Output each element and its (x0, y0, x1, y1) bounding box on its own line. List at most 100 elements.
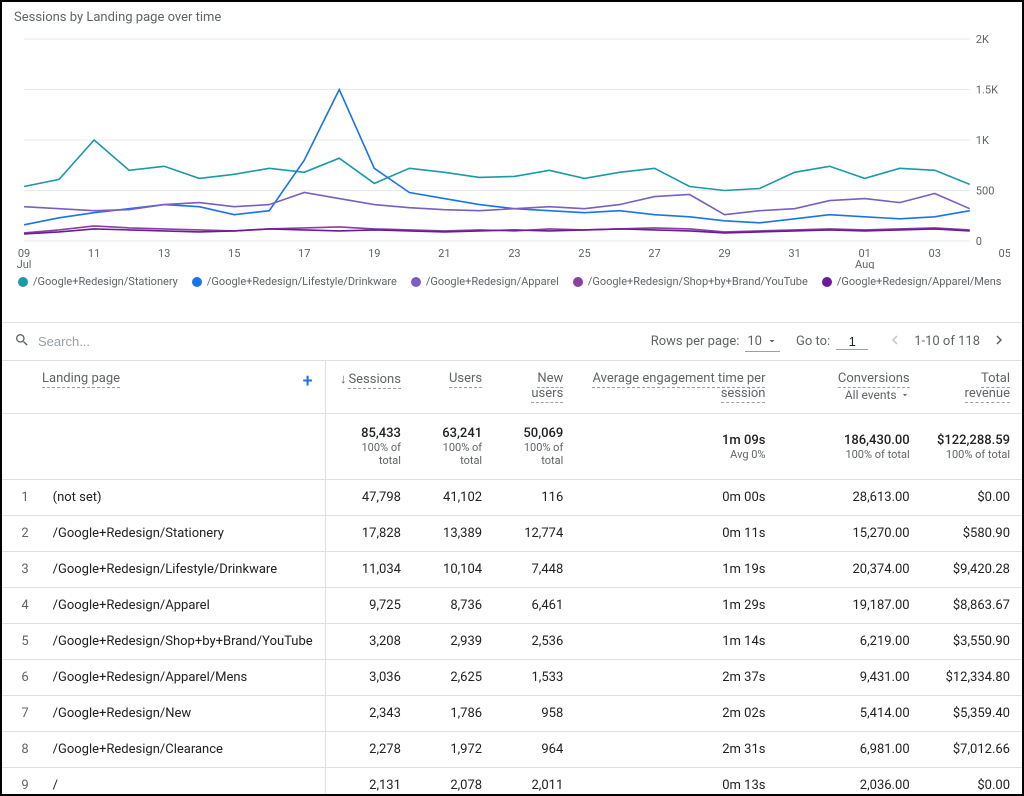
row-sessions: 17,828 (325, 516, 413, 552)
legend-item[interactable]: /Google+Redesign/Stationery (18, 275, 178, 288)
table-row[interactable]: 8/Google+Redesign/Clearance2,2781,972964… (2, 732, 1022, 768)
table-row[interactable]: 6/Google+Redesign/Apparel/Mens3,0362,625… (2, 660, 1022, 696)
svg-text:1K: 1K (976, 134, 989, 147)
legend-label: /Google+Redesign/Lifestyle/Drinkware (207, 275, 397, 288)
row-users: 8,736 (413, 588, 494, 624)
legend-item[interactable]: /Google+Redesign/Lifestyle/Drinkware (192, 275, 397, 288)
row-index: 4 (2, 588, 41, 624)
totals-conversions: 186,430.00 (844, 433, 910, 448)
conversions-filter-label: All events (845, 388, 897, 402)
row-index: 7 (2, 696, 41, 732)
svg-text:13: 13 (158, 247, 170, 260)
row-users: 10,104 (413, 552, 494, 588)
legend-dot-icon (822, 277, 832, 287)
row-new-users: 116 (494, 480, 575, 516)
svg-text:15: 15 (228, 247, 240, 260)
row-sessions: 2,278 (325, 732, 413, 768)
chart-legend: /Google+Redesign/Stationery/Google+Redes… (14, 275, 1010, 288)
row-sessions: 47,798 (325, 480, 413, 516)
legend-dot-icon (411, 277, 421, 287)
row-new-users: 2,011 (494, 768, 575, 795)
row-avg: 2m 37s (575, 660, 777, 696)
row-avg: 2m 31s (575, 732, 777, 768)
table-row[interactable]: 1(not set)47,79841,1021160m 00s28,613.00… (2, 480, 1022, 516)
table-row[interactable]: 2/Google+Redesign/Stationery17,82813,389… (2, 516, 1022, 552)
row-conversions: 5,414.00 (777, 696, 921, 732)
row-users: 2,625 (413, 660, 494, 696)
svg-text:2K: 2K (976, 33, 989, 46)
svg-text:11: 11 (88, 247, 100, 260)
legend-label: /Google+Redesign/Stationery (33, 275, 178, 288)
sort-arrow-icon: ↓ (340, 372, 347, 387)
row-avg: 0m 11s (575, 516, 777, 552)
rows-per-page-select[interactable]: 10 (745, 332, 780, 352)
legend-label: /Google+Redesign/Shop+by+Brand/YouTube (588, 275, 808, 288)
row-landing-page: / (41, 768, 326, 795)
row-landing-page: /Google+Redesign/Shop+by+Brand/YouTube (41, 624, 326, 660)
row-index: 8 (2, 732, 41, 768)
legend-item[interactable]: /Google+Redesign/Apparel/Mens (822, 275, 1002, 288)
row-conversions: 15,270.00 (777, 516, 921, 552)
row-conversions: 2,036.00 (777, 768, 921, 795)
row-revenue: $12,334.80 (922, 660, 1022, 696)
table-row[interactable]: 3/Google+Redesign/Lifestyle/Drinkware11,… (2, 552, 1022, 588)
col-avg-engagement[interactable]: Average engagement time per session (592, 371, 765, 403)
row-conversions: 28,613.00 (777, 480, 921, 516)
table-row[interactable]: 9/2,1312,0782,0110m 13s2,036.00$0.00 (2, 768, 1022, 795)
row-index: 1 (2, 480, 41, 516)
table-row[interactable]: 7/Google+Redesign/New2,3431,7869582m 02s… (2, 696, 1022, 732)
row-avg: 2m 02s (575, 696, 777, 732)
row-avg: 0m 13s (575, 768, 777, 795)
table-row[interactable]: 4/Google+Redesign/Apparel9,7258,7366,461… (2, 588, 1022, 624)
conversions-filter-select[interactable]: All events (845, 388, 910, 402)
row-index: 2 (2, 516, 41, 552)
svg-text:Jul: Jul (17, 258, 32, 269)
row-sessions: 3,036 (325, 660, 413, 696)
add-dimension-button[interactable]: + (303, 371, 313, 392)
rows-per-page-label: Rows per page: (651, 334, 740, 349)
row-index: 9 (2, 768, 41, 795)
row-conversions: 9,431.00 (777, 660, 921, 696)
legend-item[interactable]: /Google+Redesign/Shop+by+Brand/YouTube (573, 275, 808, 288)
svg-text:29: 29 (718, 247, 730, 260)
row-new-users: 7,448 (494, 552, 575, 588)
svg-text:0: 0 (976, 235, 982, 248)
row-avg: 1m 14s (575, 624, 777, 660)
legend-label: /Google+Redesign/Apparel/Mens (837, 275, 1002, 288)
svg-text:05: 05 (999, 247, 1010, 260)
legend-dot-icon (18, 277, 28, 287)
row-sessions: 9,725 (325, 588, 413, 624)
row-revenue: $5,359.40 (922, 696, 1022, 732)
row-sessions: 3,208 (325, 624, 413, 660)
totals-avg: 1m 09s (722, 433, 765, 448)
col-total-revenue[interactable]: Total revenue (965, 371, 1010, 403)
col-sessions[interactable]: Sessions (348, 372, 401, 389)
table-row[interactable]: 5/Google+Redesign/Shop+by+Brand/YouTube3… (2, 624, 1022, 660)
col-users[interactable]: Users (449, 371, 482, 388)
chevron-down-icon (766, 335, 778, 347)
chart-title: Sessions by Landing page over time (14, 10, 1010, 25)
svg-text:1.5K: 1.5K (976, 84, 998, 97)
row-landing-page: (not set) (41, 480, 326, 516)
line-chart[interactable]: 2K1.5K1K50000911131517192123252729310103… (14, 29, 1010, 269)
goto-input[interactable] (836, 334, 868, 350)
col-new-users[interactable]: New users (531, 371, 563, 403)
prev-page-button[interactable] (884, 329, 906, 354)
row-landing-page: /Google+Redesign/Clearance (41, 732, 326, 768)
col-conversions[interactable]: Conversions (838, 371, 910, 388)
row-users: 1,786 (413, 696, 494, 732)
svg-text:31: 31 (788, 247, 800, 260)
row-revenue: $8,863.67 (922, 588, 1022, 624)
svg-text:21: 21 (438, 247, 450, 260)
chevron-down-icon (900, 390, 910, 400)
legend-item[interactable]: /Google+Redesign/Apparel (411, 275, 559, 288)
search-input[interactable] (38, 334, 238, 349)
svg-text:17: 17 (298, 247, 310, 260)
row-sessions: 2,131 (325, 768, 413, 795)
col-landing-page[interactable]: Landing page (42, 371, 120, 388)
row-conversions: 6,219.00 (777, 624, 921, 660)
row-revenue: $3,550.90 (922, 624, 1022, 660)
totals-new-users: 50,069 (523, 426, 563, 441)
next-page-button[interactable] (988, 329, 1010, 354)
row-landing-page: /Google+Redesign/Apparel/Mens (41, 660, 326, 696)
